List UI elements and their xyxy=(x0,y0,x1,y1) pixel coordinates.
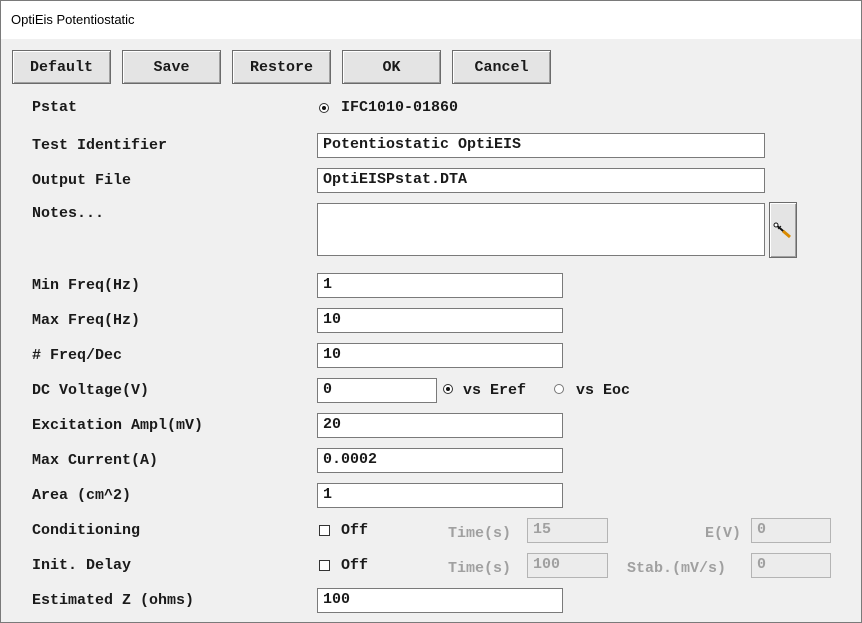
conditioning-time-label: Time(s) xyxy=(448,525,512,542)
dc-voltage-input[interactable]: 0 xyxy=(317,378,437,403)
min-freq-input[interactable]: 1 xyxy=(317,273,563,298)
conditioning-time-input[interactable]: 15 xyxy=(527,518,608,543)
max-current-input[interactable]: 0.0002 xyxy=(317,448,563,473)
area-label: Area (cm^2) xyxy=(32,487,132,504)
pencil-edit-icon xyxy=(773,222,791,239)
freq-dec-input[interactable]: 10 xyxy=(317,343,563,368)
max-current-label: Max Current(A) xyxy=(32,452,159,469)
vs-eoc-label[interactable]: vs Eoc xyxy=(576,382,630,400)
notes-textarea[interactable] xyxy=(317,203,765,256)
test-identifier-input[interactable]: Potentiostatic OptiEIS xyxy=(317,133,765,158)
dc-voltage-label: DC Voltage(V) xyxy=(32,382,150,399)
ok-button[interactable]: OK xyxy=(342,50,441,84)
notes-edit-button[interactable] xyxy=(769,202,797,258)
restore-button[interactable]: Restore xyxy=(232,50,331,84)
test-identifier-label: Test Identifier xyxy=(32,137,168,154)
pstat-label: Pstat xyxy=(32,99,78,116)
max-freq-input[interactable]: 10 xyxy=(317,308,563,333)
init-delay-time-input[interactable]: 100 xyxy=(527,553,608,578)
excitation-label: Excitation Ampl(mV) xyxy=(32,417,204,434)
init-delay-label: Init. Delay xyxy=(32,557,132,574)
max-freq-label: Max Freq(Hz) xyxy=(32,312,141,329)
output-file-input[interactable]: OptiEISPstat.DTA xyxy=(317,168,765,193)
init-delay-off-label[interactable]: Off xyxy=(341,557,368,575)
output-file-label: Output File xyxy=(32,172,132,189)
init-delay-checkbox[interactable] xyxy=(319,560,330,571)
vs-eoc-radio[interactable] xyxy=(554,384,564,394)
vs-eref-label[interactable]: vs Eref xyxy=(463,382,526,400)
window-title: OptiEis Potentiostatic xyxy=(11,12,135,27)
conditioning-label: Conditioning xyxy=(32,522,141,539)
pstat-value: IFC1010-01860 xyxy=(341,99,459,116)
estimated-z-label: Estimated Z (ohms) xyxy=(32,592,195,609)
init-delay-time-label: Time(s) xyxy=(448,560,512,577)
excitation-input[interactable]: 20 xyxy=(317,413,563,438)
freq-dec-label: # Freq/Dec xyxy=(32,347,123,364)
pstat-radio[interactable] xyxy=(319,103,329,113)
notes-label: Notes... xyxy=(32,205,105,222)
dialog-window: OptiEis Potentiostatic Default Save Rest… xyxy=(0,0,862,623)
init-delay-stab-label: Stab.(mV/s) xyxy=(627,560,727,577)
vs-eref-radio[interactable] xyxy=(443,384,453,394)
default-button[interactable]: Default xyxy=(12,50,111,84)
conditioning-e-label: E(V) xyxy=(705,525,742,542)
conditioning-e-input[interactable]: 0 xyxy=(751,518,831,543)
min-freq-label: Min Freq(Hz) xyxy=(32,277,141,294)
title-bar: OptiEis Potentiostatic xyxy=(1,1,861,39)
area-input[interactable]: 1 xyxy=(317,483,563,508)
estimated-z-input[interactable]: 100 xyxy=(317,588,563,613)
conditioning-checkbox[interactable] xyxy=(319,525,330,536)
cancel-button[interactable]: Cancel xyxy=(452,50,551,84)
save-button[interactable]: Save xyxy=(122,50,221,84)
init-delay-stab-input[interactable]: 0 xyxy=(751,553,831,578)
conditioning-off-label[interactable]: Off xyxy=(341,522,368,540)
